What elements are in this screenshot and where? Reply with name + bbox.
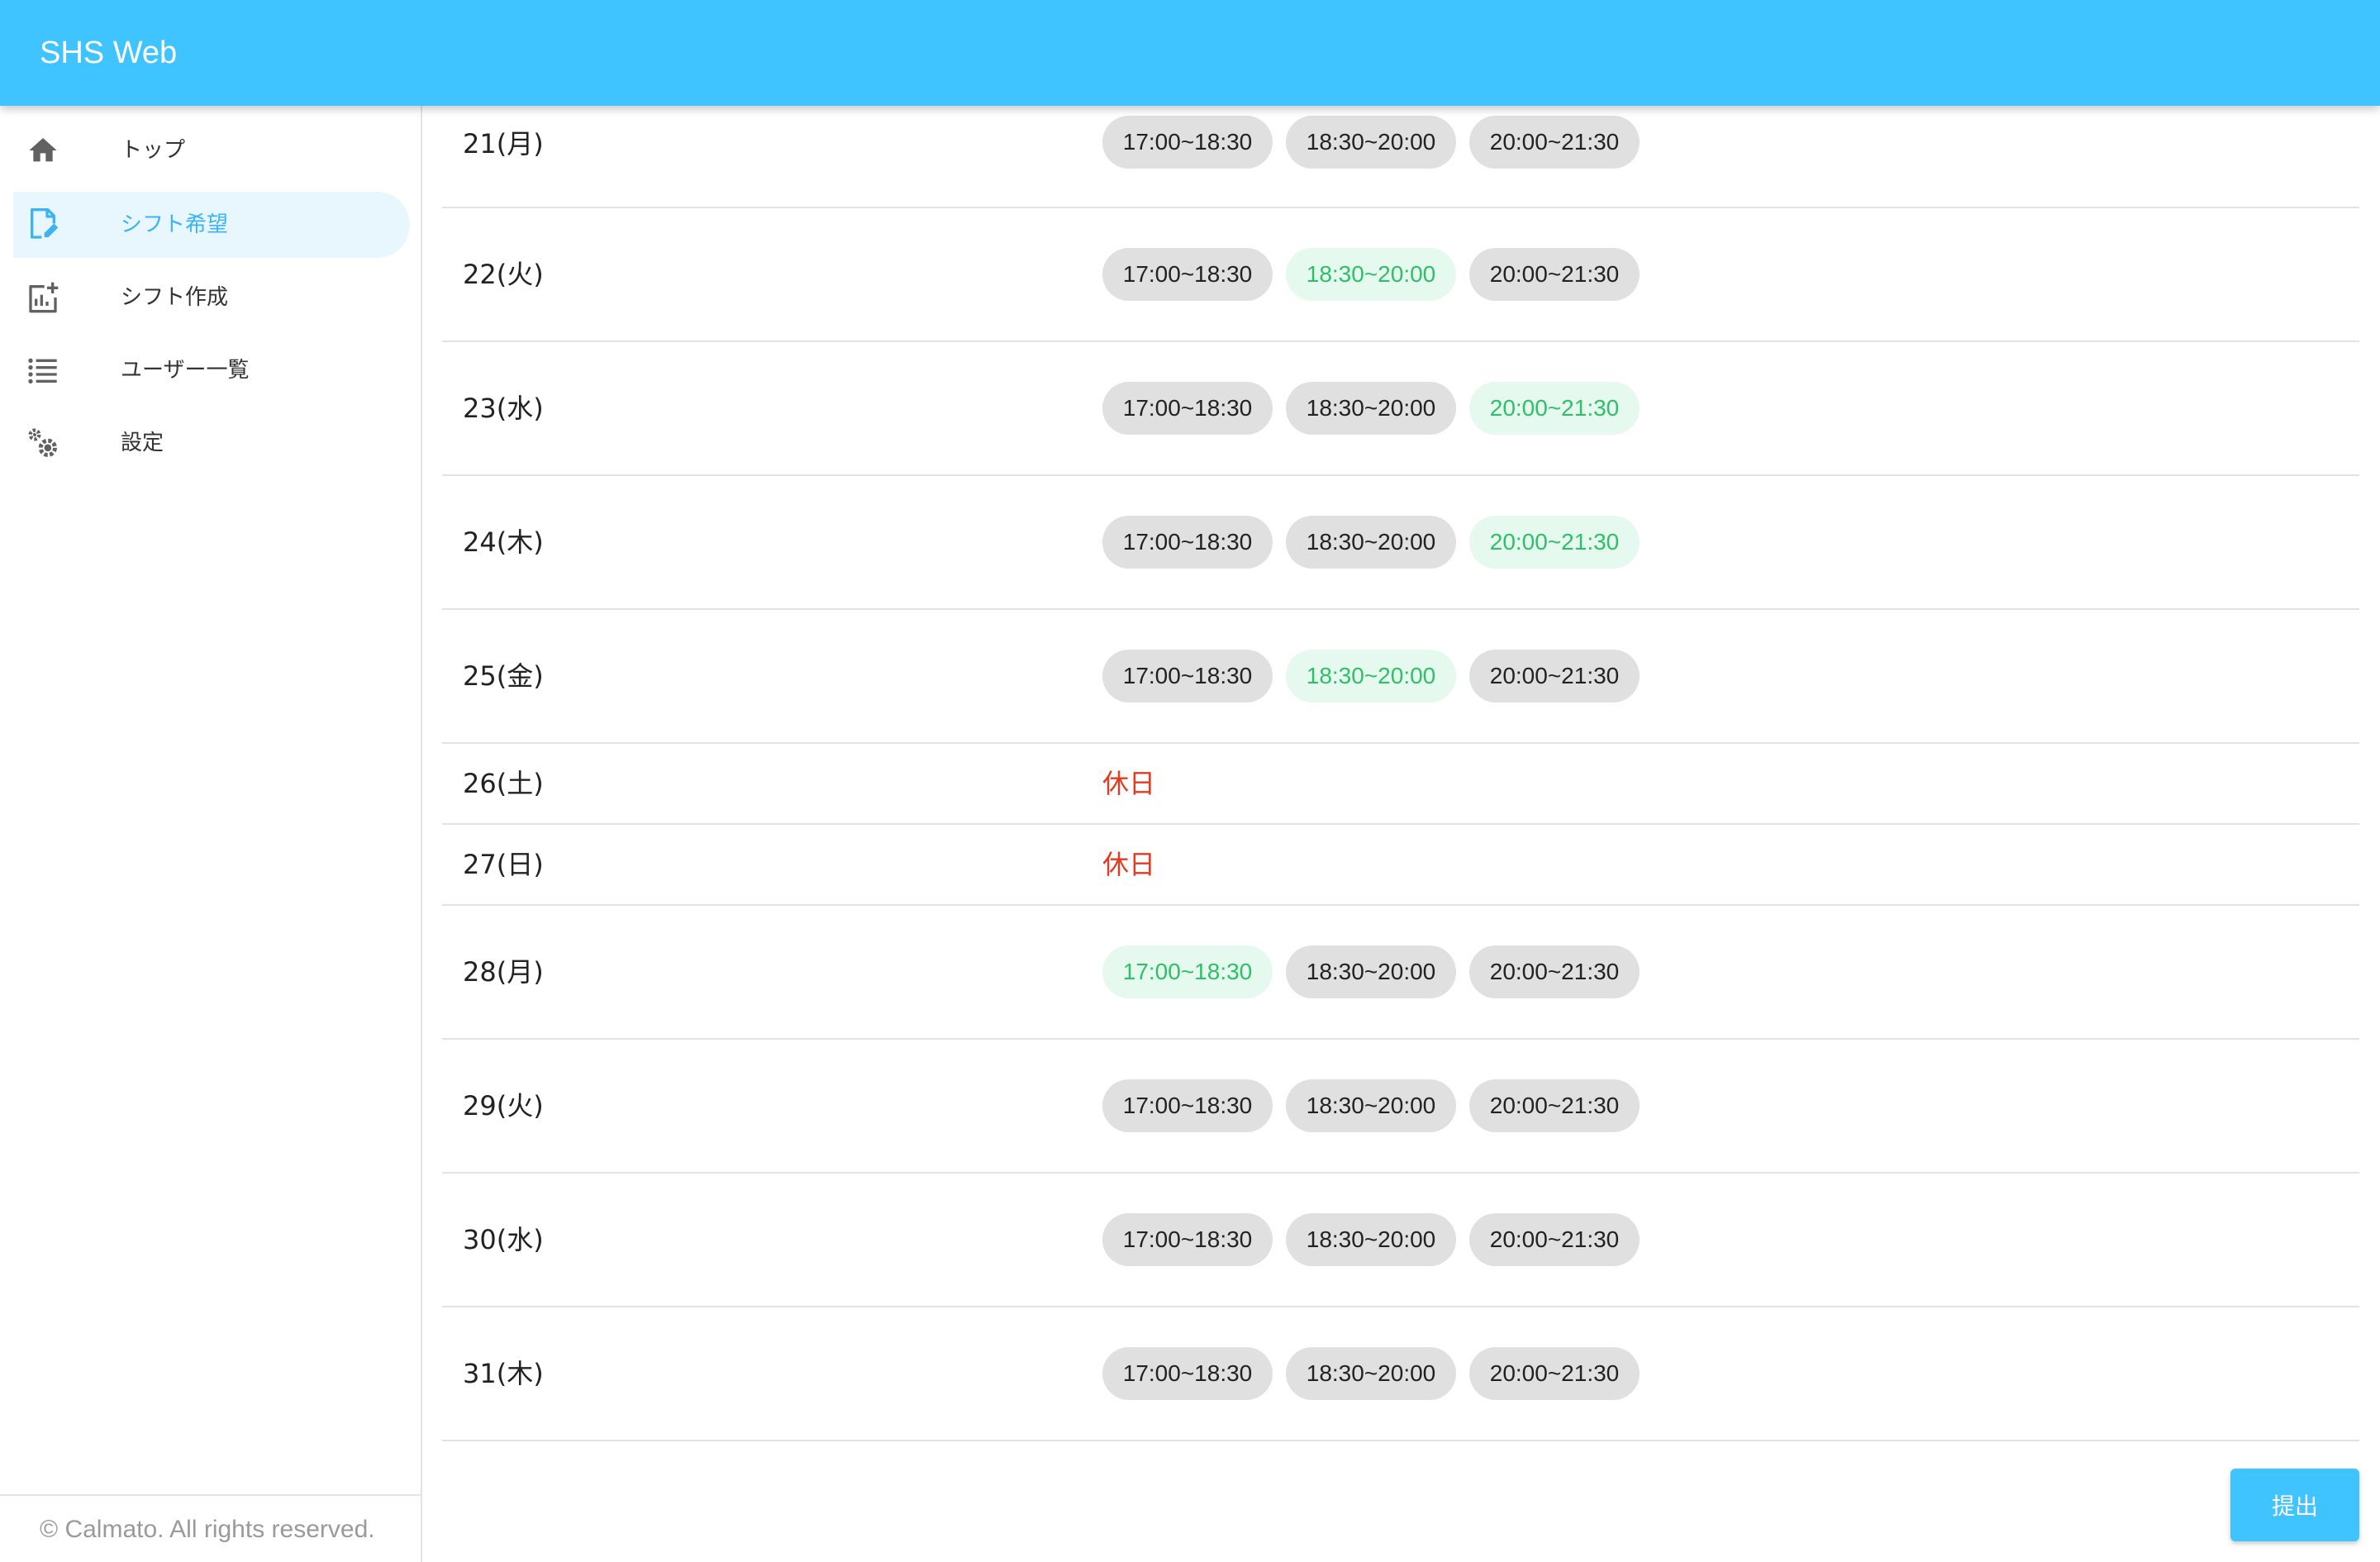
day-row: 27(日) 休日 <box>442 825 2359 906</box>
list-icon <box>28 358 57 383</box>
day-row: 21(月) 17:00~18:30 18:30~20:00 20:00~21:3… <box>442 106 2359 208</box>
sidebar: トップ シフト希望 シフト作成 ユーザー一覧 設定 © Calmato. All… <box>0 106 422 1562</box>
sidebar-divider <box>0 1494 421 1496</box>
home-icon <box>29 138 57 162</box>
time-slot-chip[interactable]: 17:00~18:30 <box>1102 650 1273 702</box>
day-row: 23(水) 17:00~18:30 18:30~20:00 20:00~21:3… <box>442 342 2359 476</box>
day-label: 24(木) <box>463 526 544 558</box>
sidebar-item-label: 設定 <box>121 431 164 455</box>
time-slot-chip[interactable]: 20:00~21:30 <box>1469 1213 1640 1266</box>
day-label: 27(日) <box>463 849 544 880</box>
time-slot-chip-selected[interactable]: 17:00~18:30 <box>1102 945 1273 998</box>
sidebar-item-label: シフト作成 <box>121 285 229 310</box>
day-row: 30(水) 17:00~18:30 18:30~20:00 20:00~21:3… <box>442 1174 2359 1307</box>
time-slot-chip-selected[interactable]: 18:30~20:00 <box>1286 248 1456 301</box>
day-label: 23(水) <box>463 393 544 424</box>
sidebar-item-top[interactable]: トップ <box>13 117 410 183</box>
day-row: 25(金) 17:00~18:30 18:30~20:00 20:00~21:3… <box>442 610 2359 744</box>
time-slot-chip[interactable]: 18:30~20:00 <box>1286 1079 1456 1132</box>
time-slot-chip[interactable]: 17:00~18:30 <box>1102 1213 1273 1266</box>
day-row: 28(月) 17:00~18:30 18:30~20:00 20:00~21:3… <box>442 906 2359 1040</box>
time-slot-chip[interactable]: 17:00~18:30 <box>1102 1347 1273 1400</box>
time-slot-chip[interactable]: 17:00~18:30 <box>1102 1079 1273 1132</box>
time-slot-chip-selected[interactable]: 20:00~21:30 <box>1469 382 1640 435</box>
submit-button[interactable]: 提出 <box>2230 1469 2359 1541</box>
sidebar-item-shift-request[interactable]: シフト希望 <box>13 192 410 258</box>
day-label: 25(金) <box>463 660 544 692</box>
day-row: 24(木) 17:00~18:30 18:30~20:00 20:00~21:3… <box>442 476 2359 610</box>
time-slot-chip[interactable]: 18:30~20:00 <box>1286 945 1456 998</box>
copyright-text: © Calmato. All rights reserved. <box>40 1516 375 1543</box>
sidebar-item-label: ユーザー一覧 <box>121 358 250 383</box>
sidebar-item-label: シフト希望 <box>121 212 229 237</box>
add-chart-icon <box>29 282 59 313</box>
time-slot-chip-selected[interactable]: 20:00~21:30 <box>1469 516 1640 569</box>
day-row: 31(木) 17:00~18:30 18:30~20:00 20:00~21:3… <box>442 1307 2359 1441</box>
day-row: 29(火) 17:00~18:30 18:30~20:00 20:00~21:3… <box>442 1040 2359 1174</box>
app-title: SHS Web <box>40 36 178 70</box>
time-slot-chip[interactable]: 18:30~20:00 <box>1286 116 1456 169</box>
day-label: 26(土) <box>463 768 544 799</box>
day-label: 21(月) <box>463 128 544 160</box>
day-label: 31(木) <box>463 1358 544 1389</box>
holiday-label: 休日 <box>1102 849 1156 880</box>
time-slot-chip[interactable]: 17:00~18:30 <box>1102 248 1273 301</box>
holiday-label: 休日 <box>1102 768 1156 799</box>
time-slot-chip[interactable]: 17:00~18:30 <box>1102 116 1273 169</box>
day-row: 26(土) 休日 <box>442 744 2359 825</box>
time-slot-chip[interactable]: 20:00~21:30 <box>1469 116 1640 169</box>
sidebar-item-user-list[interactable]: ユーザー一覧 <box>13 337 410 403</box>
day-label: 22(火) <box>463 259 544 290</box>
time-slot-chip-selected[interactable]: 18:30~20:00 <box>1286 650 1456 702</box>
time-slot-chip[interactable]: 20:00~21:30 <box>1469 1079 1640 1132</box>
time-slot-chip[interactable]: 20:00~21:30 <box>1469 945 1640 998</box>
app-bar: SHS Web <box>0 0 2380 106</box>
schedule-list: 21(月) 17:00~18:30 18:30~20:00 20:00~21:3… <box>442 106 2359 1562</box>
time-slot-chip[interactable]: 17:00~18:30 <box>1102 382 1273 435</box>
sidebar-item-shift-create[interactable]: シフト作成 <box>13 264 410 331</box>
time-slot-chip[interactable]: 20:00~21:30 <box>1469 1347 1640 1400</box>
edit-note-icon <box>31 208 59 239</box>
day-row: 22(火) 17:00~18:30 18:30~20:00 20:00~21:3… <box>442 208 2359 342</box>
time-slot-chip[interactable]: 17:00~18:30 <box>1102 516 1273 569</box>
day-label: 30(水) <box>463 1224 544 1255</box>
time-slot-chip[interactable]: 18:30~20:00 <box>1286 1347 1456 1400</box>
time-slot-chip[interactable]: 18:30~20:00 <box>1286 516 1456 569</box>
day-label: 29(火) <box>463 1090 544 1121</box>
time-slot-chip[interactable]: 18:30~20:00 <box>1286 1213 1456 1266</box>
sidebar-item-settings[interactable]: 設定 <box>13 410 410 476</box>
day-label: 28(月) <box>463 956 544 988</box>
settings-gears-icon <box>28 428 57 457</box>
time-slot-chip[interactable]: 20:00~21:30 <box>1469 248 1640 301</box>
sidebar-item-label: トップ <box>121 138 186 163</box>
time-slot-chip[interactable]: 20:00~21:30 <box>1469 650 1640 702</box>
time-slot-chip[interactable]: 18:30~20:00 <box>1286 382 1456 435</box>
